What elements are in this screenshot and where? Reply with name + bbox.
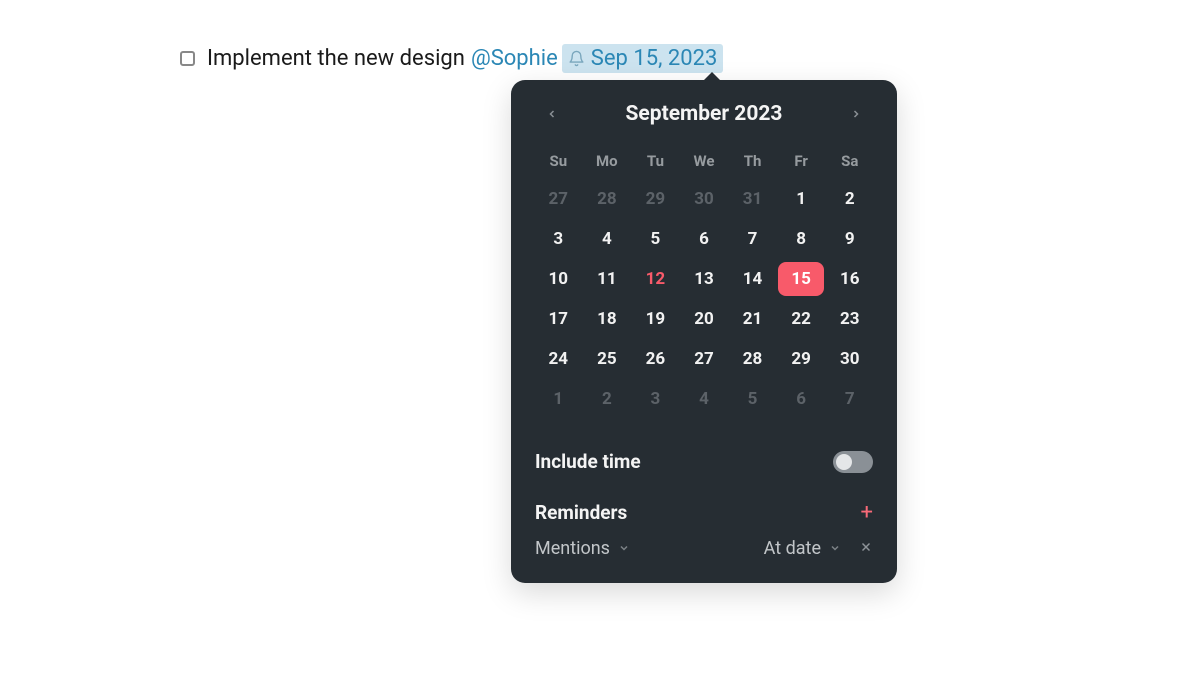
calendar-weekday: Sa bbox=[826, 146, 873, 180]
next-month-button[interactable] bbox=[845, 103, 867, 125]
include-time-toggle[interactable] bbox=[833, 451, 873, 473]
task-text[interactable]: Implement the new design bbox=[207, 46, 465, 71]
due-date-label: Sep 15, 2023 bbox=[591, 46, 718, 71]
date-picker-popover: September 2023 SuMoTuWeThFrSa 2728293031… bbox=[511, 80, 897, 583]
calendar-day[interactable]: 20 bbox=[681, 302, 728, 336]
calendar-day[interactable]: 7 bbox=[729, 222, 776, 256]
calendar-day[interactable]: 13 bbox=[681, 262, 728, 296]
calendar-day[interactable]: 25 bbox=[584, 342, 631, 376]
calendar-day[interactable]: 30 bbox=[826, 342, 873, 376]
calendar-day[interactable]: 30 bbox=[681, 182, 728, 216]
calendar-day[interactable]: 2 bbox=[826, 182, 873, 216]
calendar-day[interactable]: 5 bbox=[632, 222, 679, 256]
calendar-day[interactable]: 6 bbox=[778, 382, 825, 416]
reminders-header-row: Reminders + bbox=[535, 501, 873, 524]
calendar-day[interactable]: 24 bbox=[535, 342, 582, 376]
reminder-type-value: Mentions bbox=[535, 538, 610, 559]
reminder-when-dropdown[interactable]: At date bbox=[764, 538, 841, 559]
calendar-day[interactable]: 12 bbox=[632, 262, 679, 296]
calendar-weekday: Su bbox=[535, 146, 582, 180]
calendar-title: September 2023 bbox=[626, 102, 783, 126]
calendar-day[interactable]: 10 bbox=[535, 262, 582, 296]
calendar-day[interactable]: 27 bbox=[681, 342, 728, 376]
calendar-day[interactable]: 7 bbox=[826, 382, 873, 416]
calendar-day[interactable]: 2 bbox=[584, 382, 631, 416]
calendar-day[interactable]: 18 bbox=[584, 302, 631, 336]
task-checkbox[interactable] bbox=[180, 51, 195, 66]
calendar-day[interactable]: 28 bbox=[584, 182, 631, 216]
calendar-day[interactable]: 1 bbox=[778, 182, 825, 216]
chevron-down-icon bbox=[829, 538, 841, 559]
calendar-day[interactable]: 29 bbox=[778, 342, 825, 376]
calendar-weekday: Tu bbox=[632, 146, 679, 180]
calendar-day[interactable]: 3 bbox=[632, 382, 679, 416]
add-reminder-button[interactable]: + bbox=[861, 502, 873, 524]
chevron-down-icon bbox=[618, 538, 630, 559]
calendar-days-grid: 2728293031123456789101112131415161718192… bbox=[535, 182, 873, 416]
calendar-header: September 2023 bbox=[535, 102, 873, 126]
calendar-day[interactable]: 8 bbox=[778, 222, 825, 256]
calendar-weekday: Mo bbox=[584, 146, 631, 180]
calendar-day[interactable]: 31 bbox=[729, 182, 776, 216]
calendar-day[interactable]: 4 bbox=[584, 222, 631, 256]
calendar-weekday: We bbox=[681, 146, 728, 180]
include-time-label: Include time bbox=[535, 450, 641, 473]
calendar-day[interactable]: 4 bbox=[681, 382, 728, 416]
calendar-day[interactable]: 15 bbox=[778, 262, 825, 296]
task-line: Implement the new design @Sophie Sep 15,… bbox=[180, 44, 723, 73]
calendar-day[interactable]: 3 bbox=[535, 222, 582, 256]
due-date-chip[interactable]: Sep 15, 2023 bbox=[562, 44, 724, 73]
bell-icon bbox=[568, 50, 585, 67]
toggle-knob bbox=[836, 454, 852, 470]
reminder-row: Mentions At date bbox=[535, 538, 873, 559]
remove-reminder-button[interactable] bbox=[859, 540, 873, 558]
calendar-day[interactable]: 16 bbox=[826, 262, 873, 296]
calendar-weekday: Th bbox=[729, 146, 776, 180]
prev-month-button[interactable] bbox=[541, 103, 563, 125]
calendar-day[interactable]: 6 bbox=[681, 222, 728, 256]
calendar-day[interactable]: 29 bbox=[632, 182, 679, 216]
calendar-day[interactable]: 19 bbox=[632, 302, 679, 336]
calendar-day[interactable]: 14 bbox=[729, 262, 776, 296]
reminder-type-dropdown[interactable]: Mentions bbox=[535, 538, 630, 559]
calendar-day[interactable]: 17 bbox=[535, 302, 582, 336]
calendar-day[interactable]: 23 bbox=[826, 302, 873, 336]
calendar-day[interactable]: 9 bbox=[826, 222, 873, 256]
reminders-label: Reminders bbox=[535, 501, 627, 524]
calendar-day[interactable]: 11 bbox=[584, 262, 631, 296]
calendar-day[interactable]: 1 bbox=[535, 382, 582, 416]
mention-chip[interactable]: @Sophie bbox=[471, 46, 558, 71]
calendar-day[interactable]: 22 bbox=[778, 302, 825, 336]
calendar-day[interactable]: 27 bbox=[535, 182, 582, 216]
calendar-day[interactable]: 21 bbox=[729, 302, 776, 336]
calendar-day[interactable]: 26 bbox=[632, 342, 679, 376]
include-time-row: Include time bbox=[535, 450, 873, 473]
calendar-weekday-row: SuMoTuWeThFrSa bbox=[535, 146, 873, 180]
calendar-day[interactable]: 28 bbox=[729, 342, 776, 376]
reminder-when-value: At date bbox=[764, 538, 821, 559]
calendar-weekday: Fr bbox=[778, 146, 825, 180]
calendar-day[interactable]: 5 bbox=[729, 382, 776, 416]
